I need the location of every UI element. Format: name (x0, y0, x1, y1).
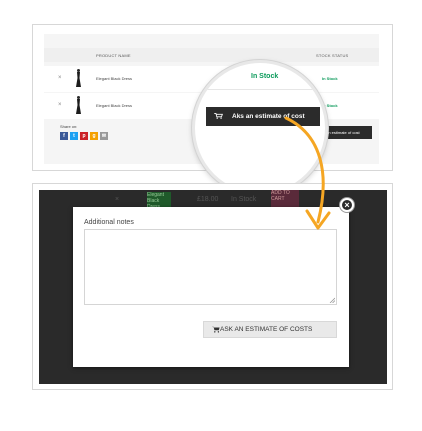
estimate-button[interactable]: Aks an estimate of cost (206, 107, 320, 126)
close-icon[interactable]: × (340, 198, 354, 212)
ask-estimate-button[interactable]: ASK AN ESTIMATE OF COSTS (203, 321, 337, 338)
product-thumbnail[interactable] (75, 69, 82, 88)
twitter-icon[interactable]: t (70, 132, 78, 140)
cart-icon (212, 326, 220, 333)
cart-icon (214, 113, 223, 119)
column-stock-status: STOCK STATUS (316, 53, 349, 58)
product-name: Elegant Black Dress (147, 192, 171, 208)
estimate-button-label: Aks an estimate of cost (232, 113, 305, 120)
table-header: PRODUCT NAME STOCK STATUS (44, 48, 379, 62)
product-name[interactable]: Elegant Black Dress (96, 103, 132, 108)
email-icon[interactable]: ✉ (100, 132, 108, 140)
column-product-name: PRODUCT NAME (96, 53, 131, 58)
product-price: £18.00 (197, 196, 219, 203)
remove-icon: × (115, 196, 120, 203)
share-label: Share on: (60, 124, 78, 129)
stock-status: In Stock (231, 196, 257, 203)
resize-handle-icon[interactable] (329, 297, 335, 303)
stock-status: In Stock (251, 73, 279, 80)
product-thumbnail[interactable] (75, 96, 82, 115)
estimate-modal: Additional notes ASK AN ESTIMATE OF COST… (73, 207, 349, 367)
google-plus-icon[interactable]: g (90, 132, 98, 140)
ask-estimate-label: ASK AN ESTIMATE OF COSTS (220, 326, 313, 333)
notes-label: Additional notes (84, 219, 134, 226)
remove-icon[interactable]: × (58, 102, 62, 108)
pinterest-icon[interactable]: p (80, 132, 88, 140)
remove-icon[interactable]: × (58, 75, 62, 81)
product-name[interactable]: Elegant Black Dress (96, 76, 132, 81)
magnifier-lens: In Stock Aks an estimate of cost (192, 60, 328, 196)
facebook-icon[interactable]: f (60, 132, 68, 140)
magnified-row: In Stock (195, 63, 325, 90)
notes-textarea[interactable] (84, 229, 337, 305)
